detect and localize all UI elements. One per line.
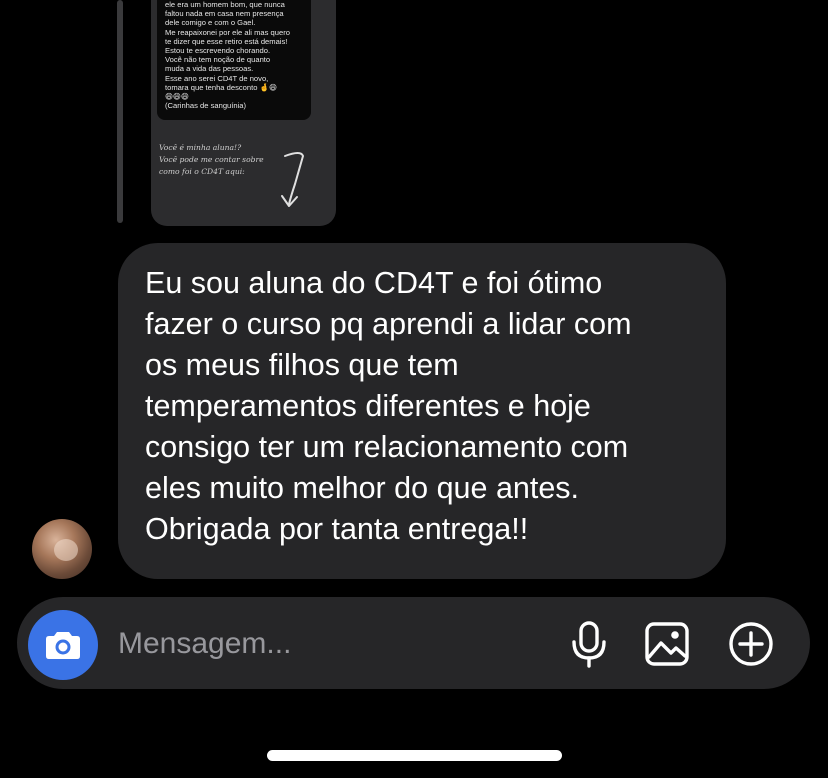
story-caption-line: Me reapaixonei por ele ali mas quero xyxy=(165,27,290,37)
story-caption-line: 😄😄😄 xyxy=(165,92,189,102)
gallery-button[interactable] xyxy=(642,619,692,669)
story-caption-box: ele era um homem bom, que nunca faltou n… xyxy=(157,0,311,120)
chat-screen: ele era um homem bom, que nunca faltou n… xyxy=(0,0,828,778)
more-button[interactable] xyxy=(726,619,776,669)
story-caption-line: dele comigo e com o Gael. xyxy=(165,18,256,28)
story-caption-line: te dizer que esse retiro está demais! xyxy=(165,36,288,46)
reply-indicator-bar xyxy=(117,0,123,223)
sender-avatar[interactable] xyxy=(32,519,92,579)
story-footer-line: Você é minha aluna!? xyxy=(159,143,242,152)
plus-circle-icon xyxy=(729,622,773,666)
story-caption-line: Esse ano serei CD4T de novo, xyxy=(165,73,269,83)
message-line: eles muito melhor do que antes. xyxy=(145,471,580,505)
story-footer-line: como foi o CD4T aqui: xyxy=(159,167,245,176)
story-reply-preview[interactable]: ele era um homem bom, que nunca faltou n… xyxy=(151,0,336,226)
message-line: Obrigada por tanta entrega!! xyxy=(145,512,529,546)
message-input[interactable] xyxy=(118,620,538,668)
message-line: os meus filhos que tem xyxy=(145,348,459,382)
curved-arrow-icon xyxy=(281,152,305,207)
camera-icon xyxy=(46,632,80,659)
message-line: temperamentos diferentes e hoje xyxy=(145,389,591,423)
story-caption-line: (Carinhas de sanguínia) xyxy=(165,101,247,111)
story-caption-line: muda a vida das pessoas. xyxy=(165,64,254,74)
story-footer-text: Você é minha aluna!? Você pode me contar… xyxy=(159,142,264,178)
story-footer-line: Você pode me contar sobre xyxy=(159,155,264,164)
story-caption-line: faltou nada em casa nem presença xyxy=(165,9,284,19)
image-icon xyxy=(645,622,689,666)
message-line: consigo ter um relacionamento com xyxy=(145,430,629,464)
story-caption-line: tomara que tenha desconto 🤞😄 xyxy=(165,82,277,92)
message-line: Eu sou aluna do CD4T e foi ótimo xyxy=(145,266,603,300)
message-line: fazer o curso pq aprendi a lidar com xyxy=(145,307,632,341)
microphone-button[interactable] xyxy=(564,619,614,669)
story-caption-line: Você não tem noção de quanto xyxy=(165,55,271,65)
home-indicator[interactable] xyxy=(267,750,562,761)
message-text: Eu sou aluna do CD4T e foi ótimo fazer o… xyxy=(145,263,715,550)
story-caption-line: Estou te escrevendo chorando. xyxy=(165,46,271,56)
story-caption-line: ele era um homem bom, que nunca xyxy=(165,0,285,9)
camera-button[interactable] xyxy=(28,610,98,680)
microphone-icon xyxy=(572,621,606,668)
